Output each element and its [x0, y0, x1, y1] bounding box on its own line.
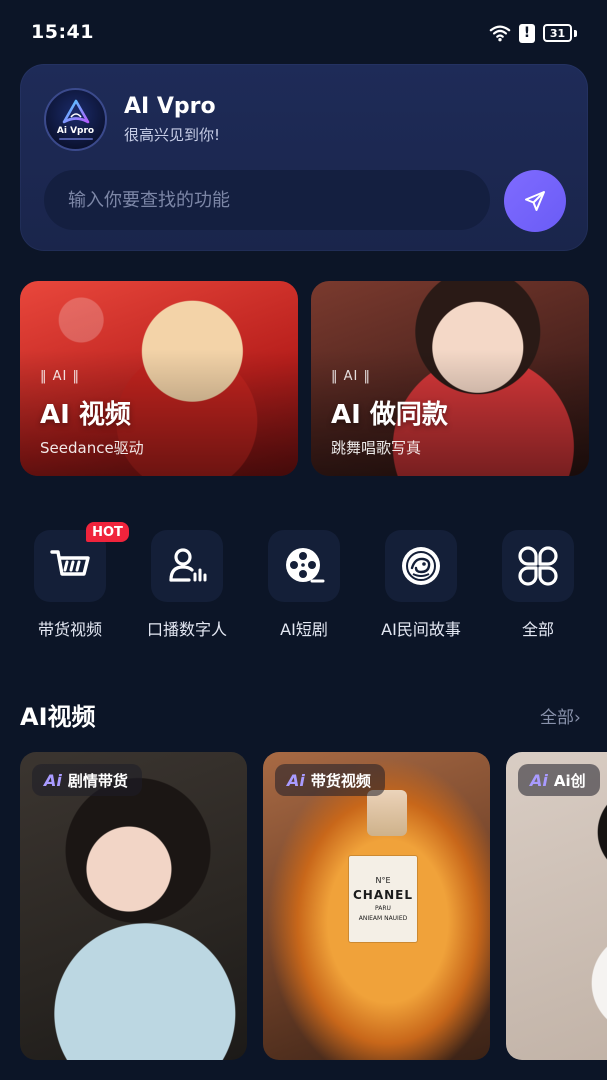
ai-badge: Ai	[287, 770, 305, 790]
alert-icon: !	[519, 23, 535, 43]
tool-label: AI民间故事	[381, 620, 461, 639]
tool-label: AI短剧	[280, 620, 328, 639]
shopping-cart-icon	[50, 550, 90, 576]
feature-card-ai-same-style[interactable]: ‖ AI ‖ AI 做同款 跳舞唱歌写真	[311, 281, 589, 476]
tool-ai-folk-story[interactable]: AI民间故事	[371, 530, 471, 640]
video-card-product-video[interactable]: N°E CHANEL PARU ANIEAM NAUIED Ai 带货视频	[263, 752, 490, 1060]
tool-all[interactable]: 全部	[488, 530, 588, 640]
ai-badge: Ai	[530, 770, 548, 790]
app-logo[interactable]: Ai Vpro	[44, 88, 107, 151]
send-icon	[525, 191, 545, 211]
header-card: Ai Vpro AI Vpro 很高兴见到你!	[20, 64, 588, 251]
battery-icon: 31	[543, 24, 577, 42]
feature-card-ai-video[interactable]: ‖ AI ‖ AI 视频 Seedance驱动	[20, 281, 298, 476]
logo-text: Ai Vpro	[56, 126, 95, 136]
video-tag-label: Ai创	[553, 771, 586, 790]
card-subtitle: Seedance驱动	[40, 439, 144, 457]
tool-ai-short-drama[interactable]: AI短剧	[254, 530, 354, 640]
logo-mark-icon	[62, 99, 89, 124]
video-tag-label: 带货视频	[310, 771, 371, 790]
hot-badge: HOT	[86, 522, 129, 542]
tool-digital-human[interactable]: 口播数字人	[137, 530, 237, 640]
status-icons: ! 31	[489, 22, 577, 44]
card-tag: ‖ AI ‖	[331, 369, 371, 384]
tool-label: 带货视频	[37, 620, 102, 639]
video-card-ai-create[interactable]: Ai Ai创	[506, 752, 607, 1060]
perfume-label: N°E CHANEL PARU ANIEAM NAUIED	[349, 856, 417, 942]
video-tag: Ai 剧情带货	[32, 764, 142, 796]
film-reel-icon	[286, 548, 325, 583]
perfume-cap	[367, 790, 407, 836]
ai-badge: Ai	[44, 770, 62, 790]
send-button[interactable]	[504, 170, 566, 232]
folk-story-icon	[402, 547, 440, 585]
quick-tools: HOT 带货视频 口播数字人 AI短剧 AI民间故事 全部	[20, 522, 588, 640]
card-subtitle: 跳舞唱歌写真	[331, 439, 422, 457]
greeting-text: 很高兴见到你!	[124, 126, 221, 144]
video-card-plot-promo[interactable]: Ai 剧情带货	[20, 752, 247, 1060]
section-see-all-link[interactable]: 全部›	[540, 703, 581, 728]
digital-human-icon	[169, 548, 207, 582]
app-screen: 15:41 ! 31 Ai Vpro AI Vpro 很高兴见到你! 输入你要查…	[0, 0, 607, 1080]
video-tag: Ai Ai创	[518, 764, 600, 796]
card-title: AI 做同款	[331, 400, 448, 430]
search-input[interactable]	[44, 170, 490, 230]
battery-level: 31	[549, 26, 566, 40]
card-tag: ‖ AI ‖	[40, 369, 80, 384]
app-name: AI Vpro	[124, 94, 216, 119]
video-tag-label: 剧情带货	[67, 771, 128, 790]
tool-label: 口播数字人	[146, 620, 227, 639]
wifi-icon	[489, 25, 511, 42]
all-apps-icon	[518, 546, 558, 586]
status-bar: 15:41 ! 31	[0, 0, 607, 66]
section-title: AI视频	[20, 703, 96, 731]
tool-label: 全部	[521, 620, 554, 639]
status-time: 15:41	[31, 21, 94, 43]
video-tag: Ai 带货视频	[275, 764, 385, 796]
tool-product-video[interactable]: HOT 带货视频	[20, 522, 129, 640]
card-title: AI 视频	[40, 400, 131, 430]
